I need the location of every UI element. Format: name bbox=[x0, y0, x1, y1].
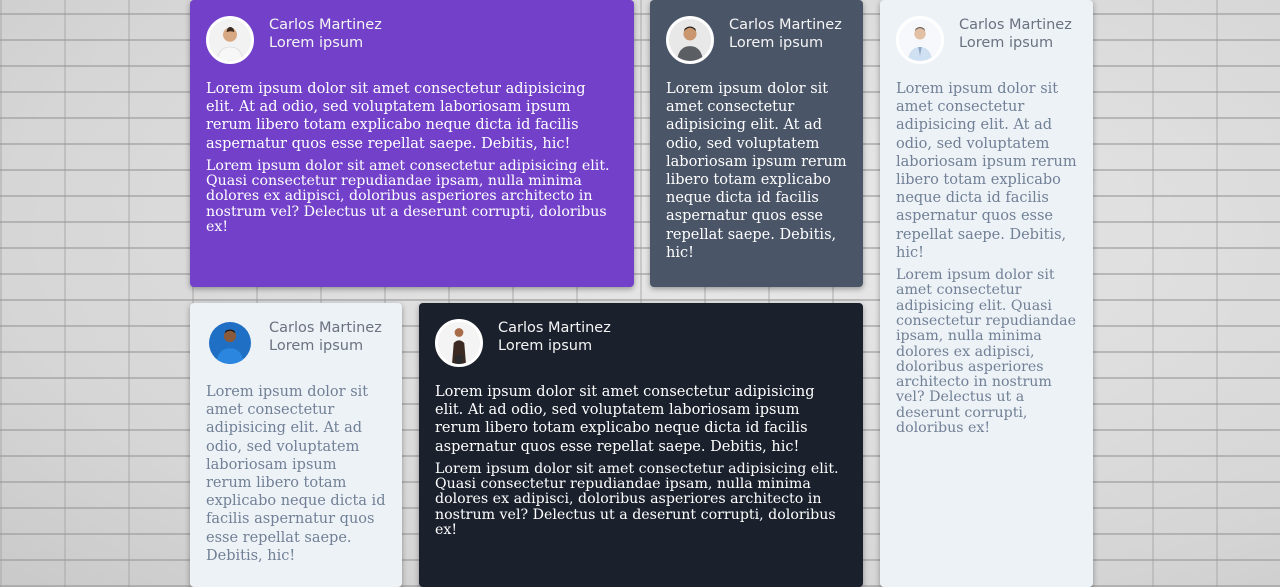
author-block: Carlos Martinez Lorem ipsum bbox=[269, 16, 382, 52]
avatar bbox=[435, 319, 483, 367]
testimonial-text: Lorem ipsum dolor sit amet consectetur a… bbox=[896, 81, 1077, 261]
author-role: Lorem ipsum bbox=[269, 338, 364, 354]
author-role: Lorem ipsum bbox=[498, 338, 593, 354]
testimonial-card-5: Carlos Martinez Lorem ipsum Lorem ipsum … bbox=[419, 303, 863, 587]
testimonial-card-3: Carlos Martinez Lorem ipsum Lorem ipsum … bbox=[880, 0, 1093, 587]
card-header: Carlos Martinez Lorem ipsum bbox=[206, 319, 386, 367]
testimonial-card-2: Carlos Martinez Lorem ipsum Lorem ipsum … bbox=[650, 0, 863, 287]
author-role: Lorem ipsum bbox=[729, 35, 824, 51]
avatar bbox=[666, 16, 714, 64]
author-block: Carlos Martinez Lorem ipsum bbox=[269, 319, 382, 355]
person-avatar-icon bbox=[899, 19, 941, 61]
author-name: Carlos Martinez bbox=[498, 320, 611, 336]
author-name: Carlos Martinez bbox=[959, 17, 1072, 33]
author-block: Carlos Martinez Lorem ipsum bbox=[959, 16, 1072, 52]
testimonial-card-4: Carlos Martinez Lorem ipsum Lorem ipsum … bbox=[190, 303, 402, 587]
card-header: Carlos Martinez Lorem ipsum bbox=[206, 16, 618, 64]
author-block: Carlos Martinez Lorem ipsum bbox=[498, 319, 611, 355]
card-header: Carlos Martinez Lorem ipsum bbox=[666, 16, 847, 64]
author-block: Carlos Martinez Lorem ipsum bbox=[729, 16, 842, 52]
avatar bbox=[206, 319, 254, 367]
person-avatar-icon bbox=[438, 322, 480, 364]
testimonial-text-secondary: Lorem ipsum dolor sit amet consectetur a… bbox=[435, 460, 839, 538]
author-name: Carlos Martinez bbox=[729, 17, 842, 33]
person-avatar-icon bbox=[209, 19, 251, 61]
card-header: Carlos Martinez Lorem ipsum bbox=[435, 319, 847, 367]
author-name: Carlos Martinez bbox=[269, 17, 382, 33]
author-name: Carlos Martinez bbox=[269, 320, 382, 336]
testimonial-text: Lorem ipsum dolor sit amet consectetur a… bbox=[666, 81, 847, 261]
author-role: Lorem ipsum bbox=[269, 35, 364, 51]
testimonial-text: Lorem ipsum dolor sit amet consectetur a… bbox=[435, 384, 815, 455]
author-role: Lorem ipsum bbox=[959, 35, 1054, 51]
avatar bbox=[206, 16, 254, 64]
person-avatar-icon bbox=[209, 322, 251, 364]
person-avatar-icon bbox=[669, 19, 711, 61]
avatar bbox=[896, 16, 944, 64]
testimonial-text: Lorem ipsum dolor sit amet consectetur a… bbox=[206, 384, 386, 564]
card-header: Carlos Martinez Lorem ipsum bbox=[896, 16, 1077, 64]
testimonial-card-1: Carlos Martinez Lorem ipsum Lorem ipsum … bbox=[190, 0, 634, 287]
testimonial-text-secondary: Lorem ipsum dolor sit amet consectetur a… bbox=[896, 267, 1077, 436]
testimonial-text: Lorem ipsum dolor sit amet consectetur a… bbox=[206, 81, 586, 152]
testimonial-text-secondary: Lorem ipsum dolor sit amet consectetur a… bbox=[206, 157, 610, 235]
